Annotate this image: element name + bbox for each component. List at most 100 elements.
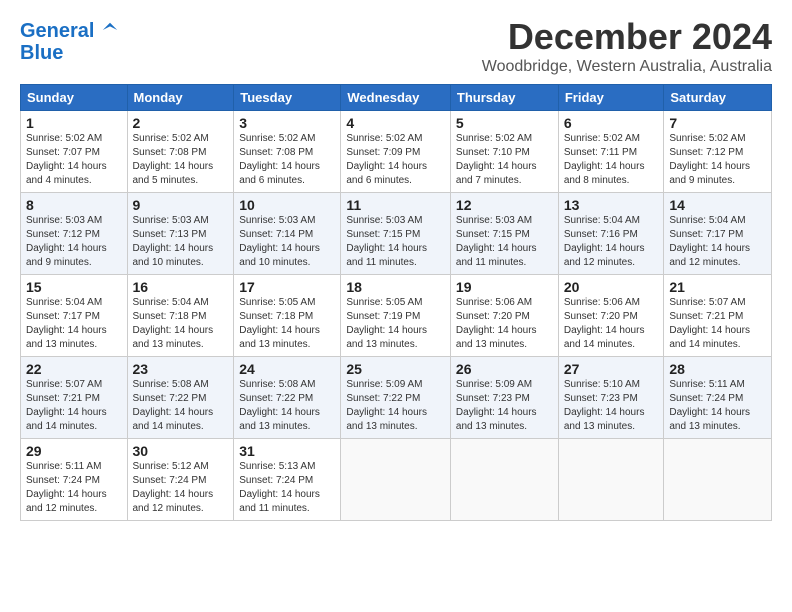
calendar-cell: 21Sunrise: 5:07 AMSunset: 7:21 PMDayligh… bbox=[664, 275, 772, 357]
day-info: Sunrise: 5:02 AMSunset: 7:08 PMDaylight:… bbox=[133, 132, 229, 188]
day-number: 16 bbox=[133, 279, 229, 295]
day-number: 28 bbox=[669, 361, 766, 377]
day-number: 4 bbox=[346, 115, 445, 131]
weekday-header: Monday bbox=[127, 85, 234, 111]
day-info: Sunrise: 5:04 AMSunset: 7:18 PMDaylight:… bbox=[133, 296, 229, 352]
day-info: Sunrise: 5:10 AMSunset: 7:23 PMDaylight:… bbox=[564, 378, 659, 434]
calendar-cell: 27Sunrise: 5:10 AMSunset: 7:23 PMDayligh… bbox=[558, 357, 664, 439]
calendar-cell: 30Sunrise: 5:12 AMSunset: 7:24 PMDayligh… bbox=[127, 439, 234, 521]
calendar-week-row: 1Sunrise: 5:02 AMSunset: 7:07 PMDaylight… bbox=[21, 111, 772, 193]
calendar-cell: 25Sunrise: 5:09 AMSunset: 7:22 PMDayligh… bbox=[341, 357, 451, 439]
day-number: 8 bbox=[26, 197, 122, 213]
logo-blue: Blue bbox=[20, 42, 119, 64]
day-info: Sunrise: 5:06 AMSunset: 7:20 PMDaylight:… bbox=[456, 296, 553, 352]
calendar-cell bbox=[664, 439, 772, 521]
calendar-cell: 6Sunrise: 5:02 AMSunset: 7:11 PMDaylight… bbox=[558, 111, 664, 193]
calendar-cell: 1Sunrise: 5:02 AMSunset: 7:07 PMDaylight… bbox=[21, 111, 128, 193]
day-number: 15 bbox=[26, 279, 122, 295]
day-number: 2 bbox=[133, 115, 229, 131]
day-info: Sunrise: 5:04 AMSunset: 7:16 PMDaylight:… bbox=[564, 214, 659, 270]
calendar-cell: 23Sunrise: 5:08 AMSunset: 7:22 PMDayligh… bbox=[127, 357, 234, 439]
day-number: 24 bbox=[239, 361, 335, 377]
day-info: Sunrise: 5:02 AMSunset: 7:07 PMDaylight:… bbox=[26, 132, 122, 188]
calendar-cell: 20Sunrise: 5:06 AMSunset: 7:20 PMDayligh… bbox=[558, 275, 664, 357]
calendar-cell: 19Sunrise: 5:06 AMSunset: 7:20 PMDayligh… bbox=[450, 275, 558, 357]
day-number: 17 bbox=[239, 279, 335, 295]
calendar-cell: 10Sunrise: 5:03 AMSunset: 7:14 PMDayligh… bbox=[234, 193, 341, 275]
logo-icon bbox=[101, 21, 119, 39]
weekday-header: Saturday bbox=[664, 85, 772, 111]
calendar-body: 1Sunrise: 5:02 AMSunset: 7:07 PMDaylight… bbox=[21, 111, 772, 521]
calendar-week-row: 22Sunrise: 5:07 AMSunset: 7:21 PMDayligh… bbox=[21, 357, 772, 439]
calendar-cell: 28Sunrise: 5:11 AMSunset: 7:24 PMDayligh… bbox=[664, 357, 772, 439]
day-number: 22 bbox=[26, 361, 122, 377]
day-info: Sunrise: 5:08 AMSunset: 7:22 PMDaylight:… bbox=[133, 378, 229, 434]
calendar-cell bbox=[450, 439, 558, 521]
calendar-week-row: 8Sunrise: 5:03 AMSunset: 7:12 PMDaylight… bbox=[21, 193, 772, 275]
calendar-cell: 13Sunrise: 5:04 AMSunset: 7:16 PMDayligh… bbox=[558, 193, 664, 275]
day-number: 10 bbox=[239, 197, 335, 213]
day-number: 31 bbox=[239, 443, 335, 459]
day-info: Sunrise: 5:02 AMSunset: 7:12 PMDaylight:… bbox=[669, 132, 766, 188]
calendar-cell: 5Sunrise: 5:02 AMSunset: 7:10 PMDaylight… bbox=[450, 111, 558, 193]
day-number: 1 bbox=[26, 115, 122, 131]
header: General Blue December 2024 Woodbridge, W… bbox=[20, 16, 772, 76]
day-info: Sunrise: 5:13 AMSunset: 7:24 PMDaylight:… bbox=[239, 460, 335, 516]
day-info: Sunrise: 5:11 AMSunset: 7:24 PMDaylight:… bbox=[669, 378, 766, 434]
calendar-cell: 3Sunrise: 5:02 AMSunset: 7:08 PMDaylight… bbox=[234, 111, 341, 193]
day-info: Sunrise: 5:05 AMSunset: 7:18 PMDaylight:… bbox=[239, 296, 335, 352]
day-info: Sunrise: 5:12 AMSunset: 7:24 PMDaylight:… bbox=[133, 460, 229, 516]
day-info: Sunrise: 5:03 AMSunset: 7:15 PMDaylight:… bbox=[456, 214, 553, 270]
day-info: Sunrise: 5:02 AMSunset: 7:09 PMDaylight:… bbox=[346, 132, 445, 188]
day-info: Sunrise: 5:04 AMSunset: 7:17 PMDaylight:… bbox=[26, 296, 122, 352]
calendar-cell bbox=[341, 439, 451, 521]
calendar: SundayMondayTuesdayWednesdayThursdayFrid… bbox=[20, 84, 772, 521]
logo-general: General bbox=[20, 20, 94, 42]
day-info: Sunrise: 5:03 AMSunset: 7:15 PMDaylight:… bbox=[346, 214, 445, 270]
day-number: 14 bbox=[669, 197, 766, 213]
calendar-week-row: 29Sunrise: 5:11 AMSunset: 7:24 PMDayligh… bbox=[21, 439, 772, 521]
day-number: 19 bbox=[456, 279, 553, 295]
day-info: Sunrise: 5:07 AMSunset: 7:21 PMDaylight:… bbox=[669, 296, 766, 352]
calendar-cell: 11Sunrise: 5:03 AMSunset: 7:15 PMDayligh… bbox=[341, 193, 451, 275]
day-number: 12 bbox=[456, 197, 553, 213]
calendar-cell: 7Sunrise: 5:02 AMSunset: 7:12 PMDaylight… bbox=[664, 111, 772, 193]
day-info: Sunrise: 5:02 AMSunset: 7:08 PMDaylight:… bbox=[239, 132, 335, 188]
calendar-cell: 29Sunrise: 5:11 AMSunset: 7:24 PMDayligh… bbox=[21, 439, 128, 521]
day-info: Sunrise: 5:02 AMSunset: 7:11 PMDaylight:… bbox=[564, 132, 659, 188]
weekday-header: Friday bbox=[558, 85, 664, 111]
day-info: Sunrise: 5:11 AMSunset: 7:24 PMDaylight:… bbox=[26, 460, 122, 516]
day-number: 29 bbox=[26, 443, 122, 459]
day-info: Sunrise: 5:03 AMSunset: 7:14 PMDaylight:… bbox=[239, 214, 335, 270]
day-number: 27 bbox=[564, 361, 659, 377]
day-number: 18 bbox=[346, 279, 445, 295]
day-number: 20 bbox=[564, 279, 659, 295]
day-number: 25 bbox=[346, 361, 445, 377]
calendar-cell: 31Sunrise: 5:13 AMSunset: 7:24 PMDayligh… bbox=[234, 439, 341, 521]
title-area: December 2024 Woodbridge, Western Austra… bbox=[482, 16, 772, 76]
day-number: 13 bbox=[564, 197, 659, 213]
weekday-header: Tuesday bbox=[234, 85, 341, 111]
day-info: Sunrise: 5:08 AMSunset: 7:22 PMDaylight:… bbox=[239, 378, 335, 434]
weekday-header: Wednesday bbox=[341, 85, 451, 111]
day-info: Sunrise: 5:04 AMSunset: 7:17 PMDaylight:… bbox=[669, 214, 766, 270]
weekday-header: Thursday bbox=[450, 85, 558, 111]
day-number: 11 bbox=[346, 197, 445, 213]
day-number: 21 bbox=[669, 279, 766, 295]
calendar-cell: 26Sunrise: 5:09 AMSunset: 7:23 PMDayligh… bbox=[450, 357, 558, 439]
day-info: Sunrise: 5:09 AMSunset: 7:23 PMDaylight:… bbox=[456, 378, 553, 434]
day-number: 23 bbox=[133, 361, 229, 377]
day-info: Sunrise: 5:03 AMSunset: 7:13 PMDaylight:… bbox=[133, 214, 229, 270]
calendar-cell: 9Sunrise: 5:03 AMSunset: 7:13 PMDaylight… bbox=[127, 193, 234, 275]
calendar-week-row: 15Sunrise: 5:04 AMSunset: 7:17 PMDayligh… bbox=[21, 275, 772, 357]
location-title: Woodbridge, Western Australia, Australia bbox=[482, 58, 772, 76]
calendar-cell bbox=[558, 439, 664, 521]
day-info: Sunrise: 5:03 AMSunset: 7:12 PMDaylight:… bbox=[26, 214, 122, 270]
calendar-cell: 12Sunrise: 5:03 AMSunset: 7:15 PMDayligh… bbox=[450, 193, 558, 275]
calendar-cell: 15Sunrise: 5:04 AMSunset: 7:17 PMDayligh… bbox=[21, 275, 128, 357]
calendar-cell: 8Sunrise: 5:03 AMSunset: 7:12 PMDaylight… bbox=[21, 193, 128, 275]
day-number: 5 bbox=[456, 115, 553, 131]
day-number: 26 bbox=[456, 361, 553, 377]
calendar-cell: 4Sunrise: 5:02 AMSunset: 7:09 PMDaylight… bbox=[341, 111, 451, 193]
calendar-cell: 16Sunrise: 5:04 AMSunset: 7:18 PMDayligh… bbox=[127, 275, 234, 357]
